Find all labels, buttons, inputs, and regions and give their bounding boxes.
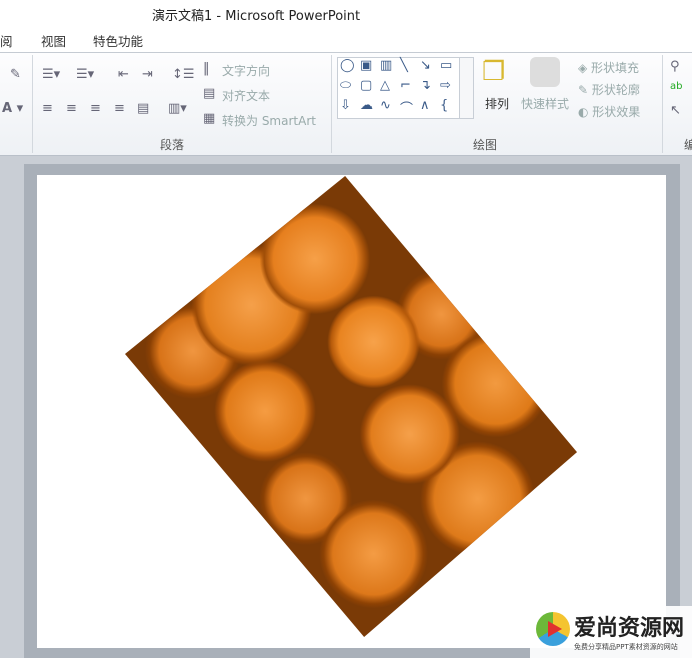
ribbon-tabs: 阅 视图 特色功能 xyxy=(0,28,692,53)
gallery-scroll[interactable] xyxy=(459,57,474,119)
window-title: 演示文稿1 - Microsoft PowerPoint xyxy=(152,9,361,24)
quick-styles-icon xyxy=(530,57,560,87)
shape-fill-label: 形状填充 xyxy=(591,61,640,75)
paragraph-group-label: 段落 xyxy=(160,138,185,152)
watermark-tagline: 免费分享精品PPT素材资源的网站 xyxy=(574,643,678,651)
increase-indent-icon[interactable]: ⇥ xyxy=(142,67,153,82)
convert-smartart-button[interactable]: 转换为 SmartArt xyxy=(222,112,316,129)
text-direction-icon: ‖ xyxy=(203,61,210,76)
font-color-icon[interactable]: A ▾ xyxy=(2,101,23,116)
align-text-button[interactable]: 对齐文本 xyxy=(222,87,270,104)
columns-icon[interactable]: ▥▾ xyxy=(168,101,187,116)
quick-styles-button[interactable]: 快速样式 xyxy=(521,95,569,112)
align-center-icon[interactable]: ≡ xyxy=(66,101,77,116)
title-bar: 演示文稿1 - Microsoft PowerPoint xyxy=(0,0,692,28)
justify-icon[interactable]: ≡ xyxy=(114,101,125,116)
shape-effects-button[interactable]: ◐ 形状效果 xyxy=(578,103,640,120)
text-direction-button[interactable]: 文字方向 xyxy=(222,62,270,79)
clear-format-icon[interactable]: ✎ xyxy=(10,67,21,82)
shape-outline-label: 形状轮廓 xyxy=(591,83,640,97)
align-right-icon[interactable]: ≡ xyxy=(90,101,101,116)
arrange-button[interactable]: 排列 xyxy=(485,95,509,112)
replace-icon[interactable]: ab xyxy=(670,81,682,92)
select-icon[interactable]: ↖ xyxy=(670,103,681,118)
bullets-icon[interactable]: ☰▾ xyxy=(42,67,60,82)
watermark-logo: 爱尚资源网 免费分享精品PPT素材资源的网站 xyxy=(530,606,692,658)
align-left-icon[interactable]: ≡ xyxy=(42,101,53,116)
decrease-indent-icon[interactable]: ⇤ xyxy=(118,67,129,82)
watermark-name: 爱尚资源网 xyxy=(574,615,685,641)
distributed-icon[interactable]: ▤ xyxy=(137,101,149,116)
find-icon[interactable]: ⚲ xyxy=(670,59,680,74)
arrange-icon: ❐ xyxy=(482,57,506,87)
smartart-icon: ▦ xyxy=(203,111,216,126)
shapes-gallery[interactable]: ◯ ▣ ▥ ╲ ↘ ▭ ⬭ ▢ △ ⌐ ↴ ⇨ ⇩ ☁ ∿ ⌒ ∧{ xyxy=(337,57,461,119)
align-text-icon: ▤ xyxy=(203,86,216,101)
numbering-icon[interactable]: ☰▾ xyxy=(76,67,94,82)
line-spacing-icon[interactable]: ↕☰ xyxy=(172,67,195,82)
ribbon: ✎ A ▾ ☰▾ ☰▾ ⇤ ⇥ ↕☰ ≡ ≡ ≡ ≡ ▤ ▥▾ ‖ 文字方向 ▤… xyxy=(0,53,692,156)
tab-special[interactable]: 特色功能 xyxy=(93,31,143,50)
tab-view[interactable]: 视图 xyxy=(41,31,66,50)
shape-outline-button[interactable]: ✎ 形状轮廓 xyxy=(578,81,640,98)
shape-fill-button[interactable]: ◈ 形状填充 xyxy=(578,59,639,76)
drawing-group-label: 绘图 xyxy=(473,138,498,152)
tab-review[interactable]: 阅 xyxy=(0,31,13,50)
shape-effects-label: 形状效果 xyxy=(592,105,641,119)
editing-group-label: 编 xyxy=(684,138,692,152)
